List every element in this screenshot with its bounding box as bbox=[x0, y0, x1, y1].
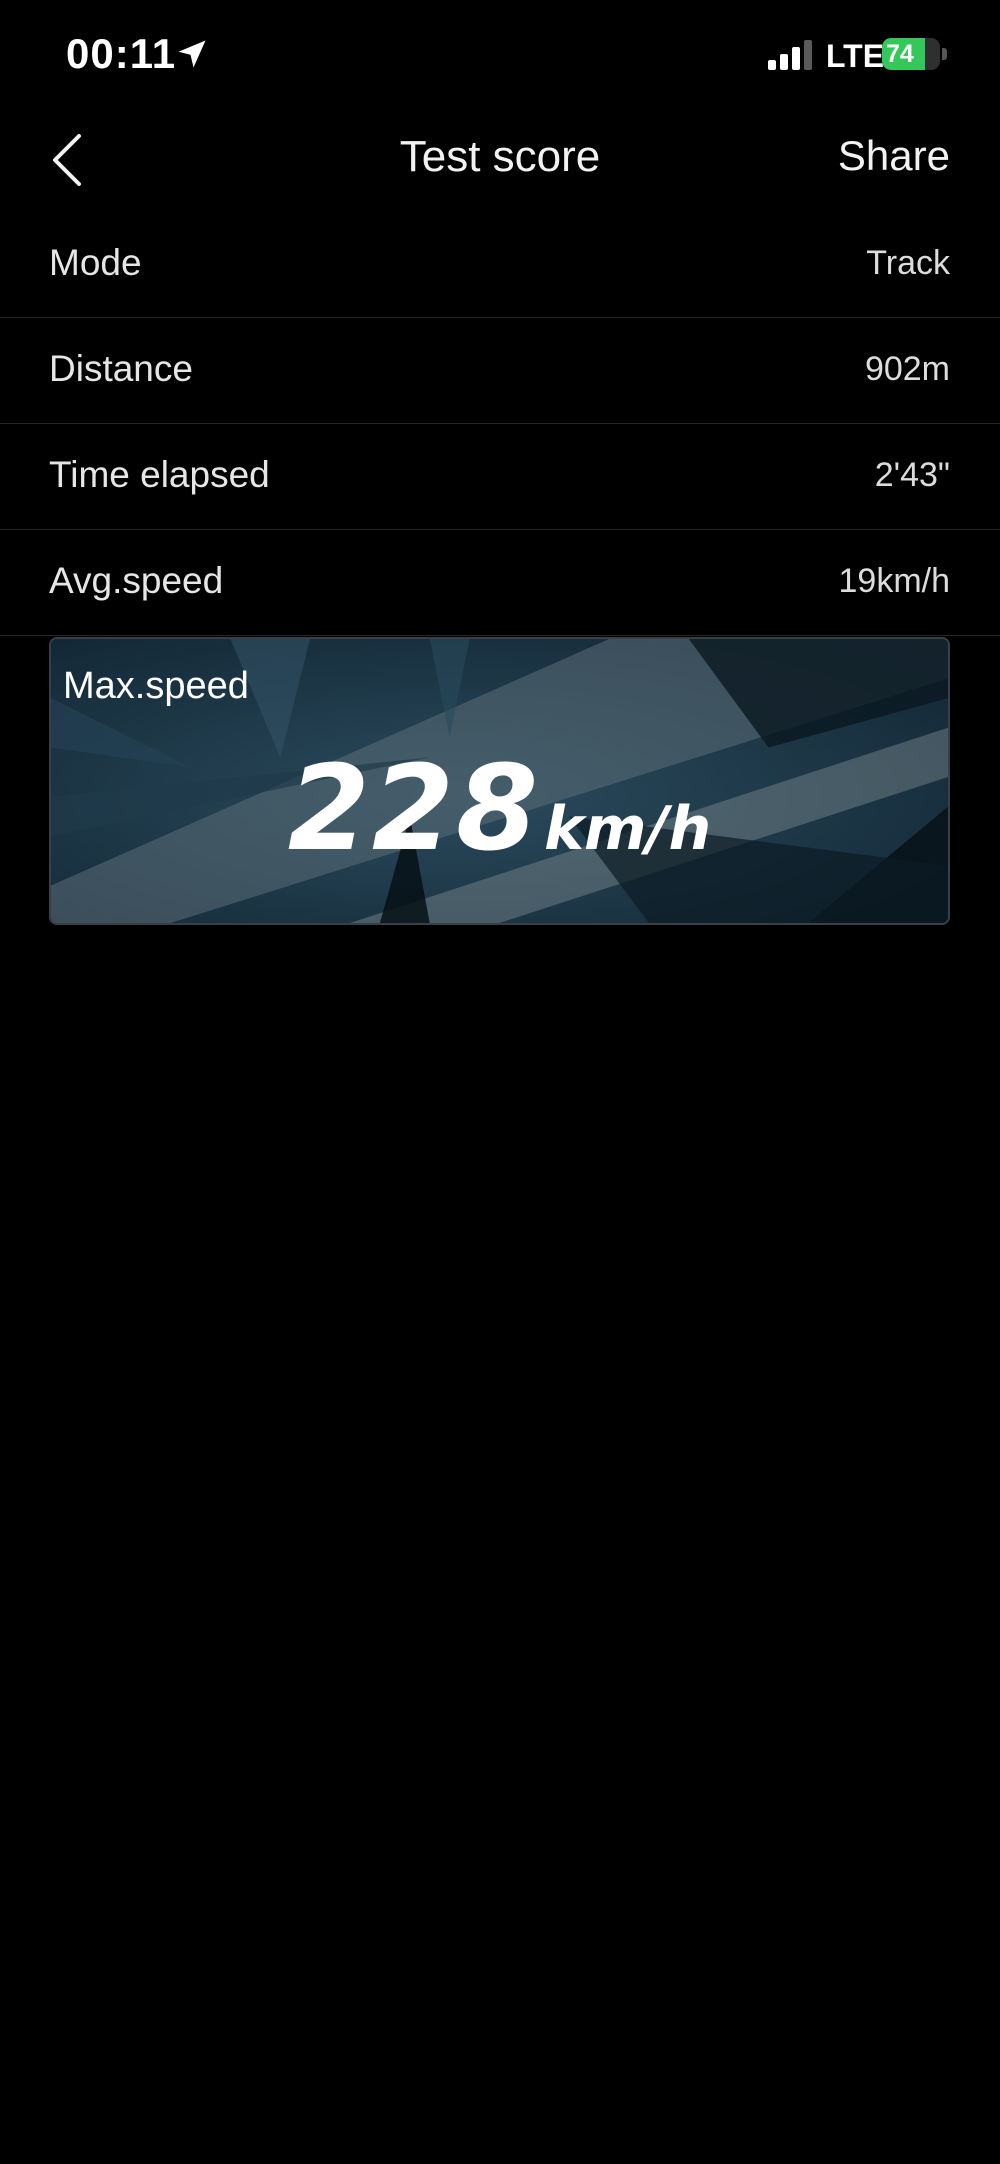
max-speed-label: Max.speed bbox=[63, 665, 249, 707]
detail-row-distance: Distance 902m bbox=[0, 318, 1000, 424]
share-button[interactable]: Share bbox=[838, 132, 950, 180]
status-time: 00:11 bbox=[66, 30, 177, 77]
detail-row-time-elapsed: Time elapsed 2'43" bbox=[0, 424, 1000, 530]
cellular-signal-icon bbox=[768, 40, 812, 70]
detail-row-avg-speed: Avg.speed 19km/h bbox=[0, 530, 1000, 636]
row-label: Mode bbox=[49, 242, 142, 283]
row-label: Time elapsed bbox=[49, 454, 270, 495]
network-type: LTE bbox=[826, 38, 885, 74]
location-arrow-icon bbox=[178, 40, 206, 68]
max-speed-number: 228 bbox=[287, 739, 541, 877]
battery-icon: 74 bbox=[882, 38, 948, 70]
detail-row-mode: Mode Track bbox=[0, 212, 1000, 318]
row-value: 19km/h bbox=[838, 562, 951, 600]
max-speed-card: Max.speed 228km/h bbox=[49, 637, 950, 925]
row-label: Avg.speed bbox=[49, 560, 224, 601]
status-bar: 00:11 LTE 74 bbox=[0, 0, 1000, 110]
max-speed-unit: km/h bbox=[544, 794, 712, 864]
row-value: 2'43" bbox=[874, 456, 950, 494]
row-value: 902m bbox=[864, 350, 950, 388]
row-label: Distance bbox=[49, 348, 193, 389]
max-speed-value: 228km/h bbox=[51, 739, 948, 877]
navigation-bar: Test score Share bbox=[0, 110, 1000, 210]
row-value: Track bbox=[866, 244, 950, 282]
battery-percent: 74 bbox=[886, 40, 914, 68]
score-details-list: Mode Track Distance 902m Time elapsed 2'… bbox=[0, 212, 1000, 636]
